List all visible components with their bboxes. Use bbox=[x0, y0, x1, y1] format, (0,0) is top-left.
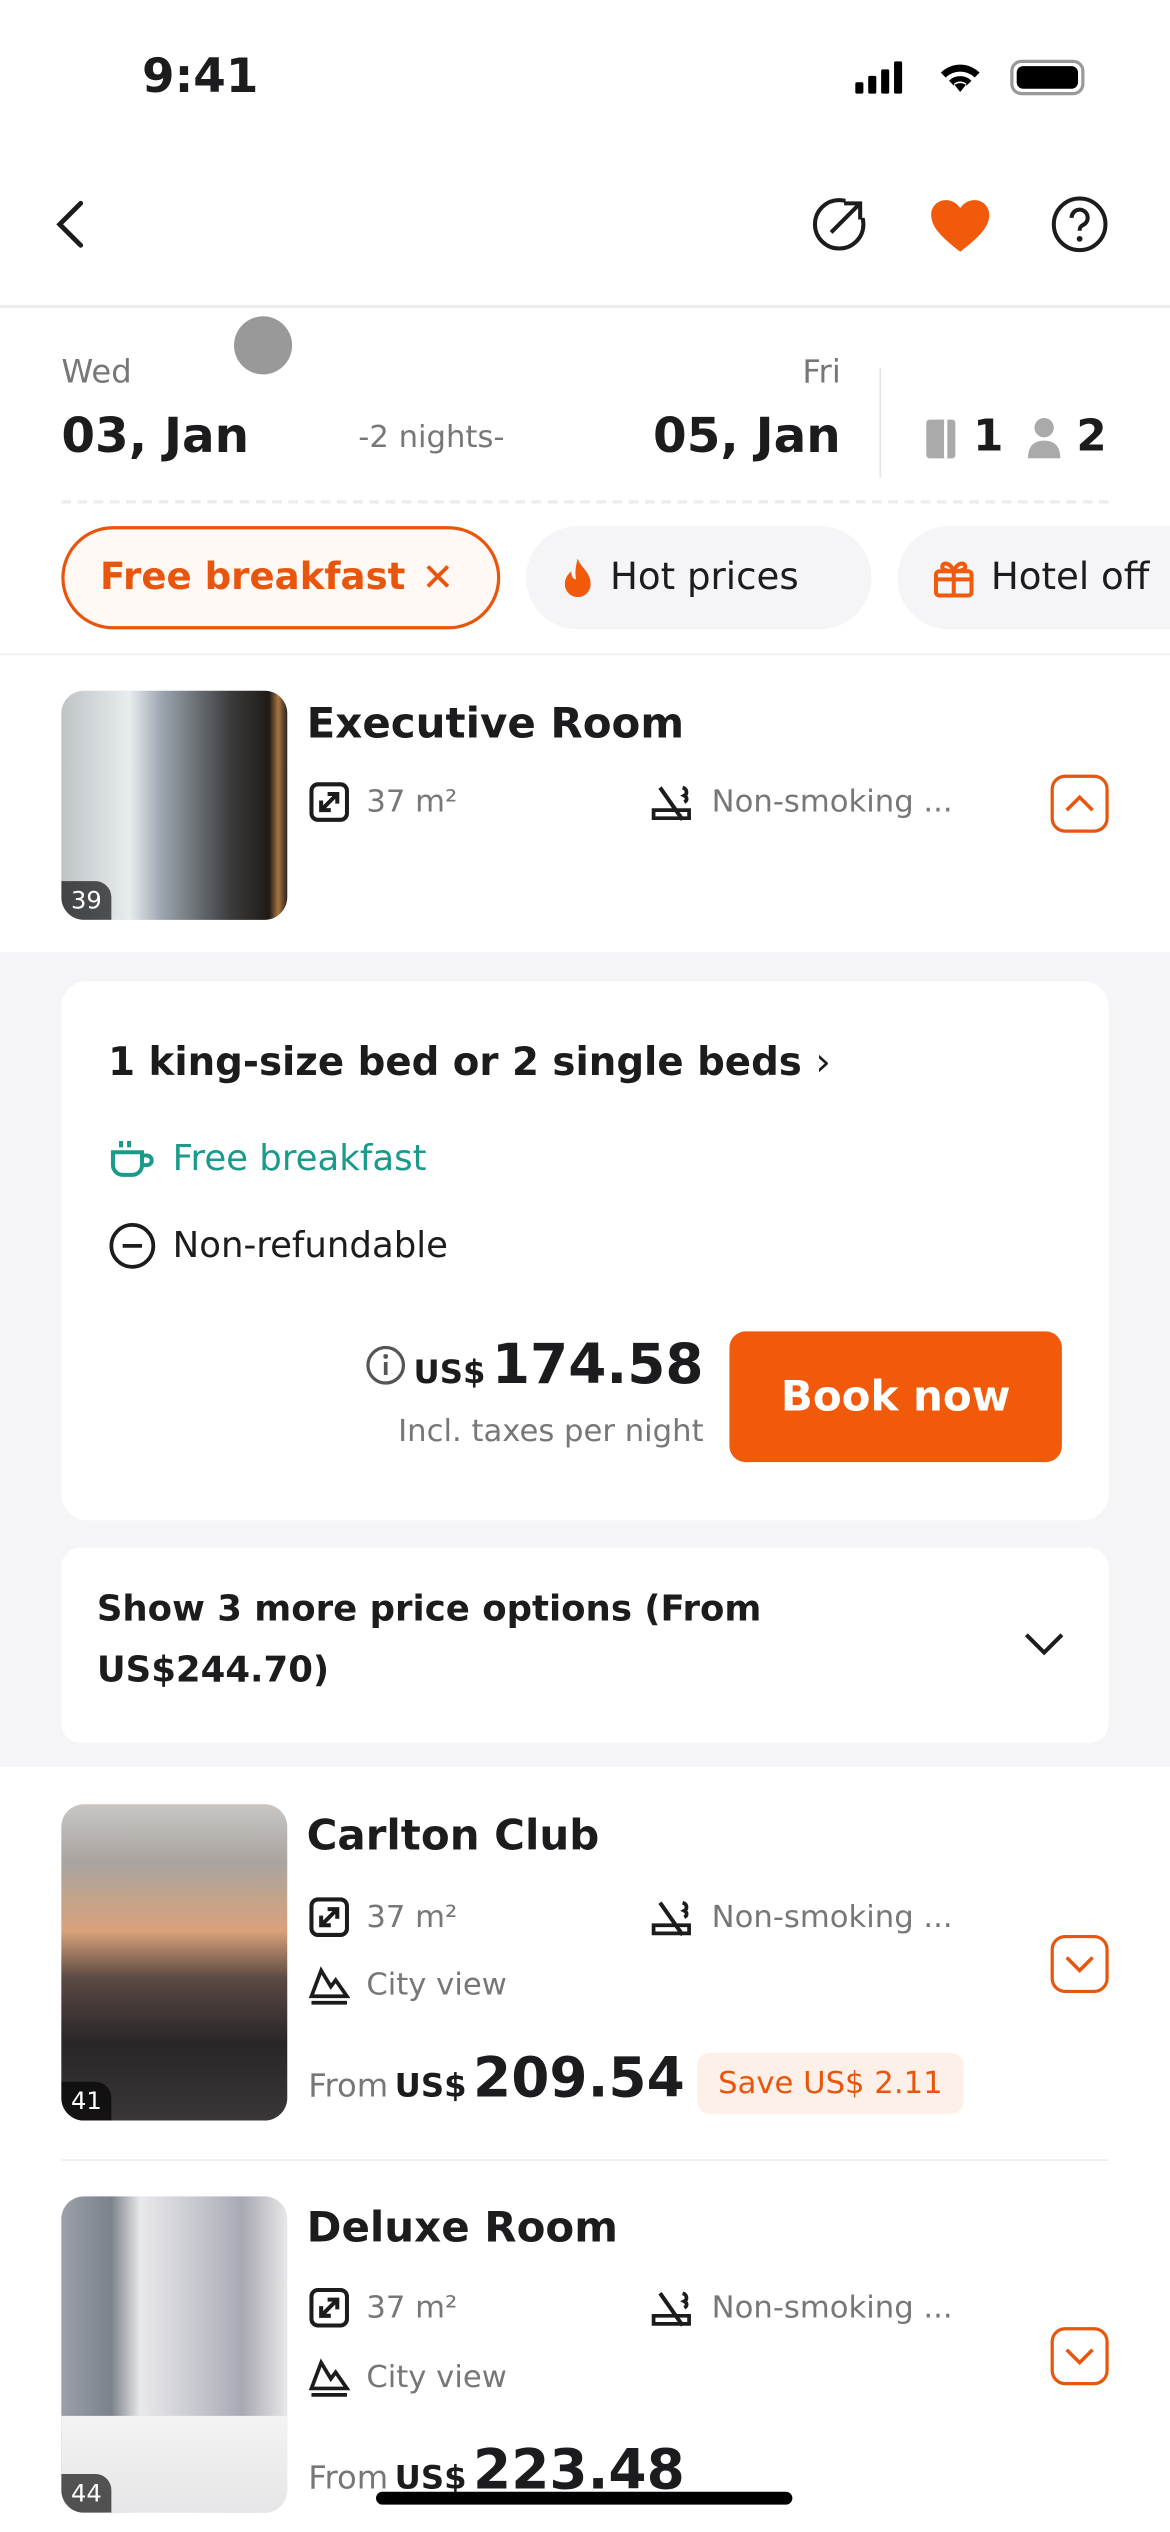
price-note: Incl. taxes per night bbox=[398, 1413, 704, 1450]
currency: US$ bbox=[394, 2065, 467, 2105]
expand-size-icon bbox=[308, 1896, 350, 1938]
favorite-heart-button[interactable] bbox=[930, 198, 991, 253]
home-indicator[interactable] bbox=[376, 2491, 793, 2505]
room-photo[interactable]: 44 bbox=[61, 2196, 288, 2513]
guests-count: 2 bbox=[1076, 411, 1107, 462]
room-name: Executive Room bbox=[306, 700, 685, 749]
photo-count: 39 bbox=[61, 881, 112, 920]
offer-price: US$ 174.58 bbox=[365, 1333, 704, 1398]
room-smoking: Non-smoking ... bbox=[650, 781, 953, 823]
status-time: 9:41 bbox=[142, 48, 259, 104]
checkout-date: 05, Jan bbox=[653, 408, 841, 465]
wifi-icon bbox=[936, 58, 984, 94]
breakfast-text: Free breakfast bbox=[172, 1138, 427, 1179]
more-price-options-button[interactable]: Show 3 more price options (From US$244.7… bbox=[61, 1547, 1109, 1743]
photo-count: 44 bbox=[61, 2473, 112, 2513]
room-name: Deluxe Room bbox=[306, 2204, 618, 2253]
room-name: Carlton Club bbox=[306, 1812, 600, 1861]
price-value: 209.54 bbox=[473, 2046, 685, 2111]
view-text: City view bbox=[366, 1967, 507, 2003]
filter-hot-prices[interactable]: Hot prices bbox=[526, 526, 872, 630]
room-smoking: Non-smoking ... bbox=[650, 2287, 953, 2329]
checkin-day: Wed bbox=[61, 351, 132, 391]
currency: US$ bbox=[413, 1352, 486, 1392]
collapse-chevron-up-button[interactable] bbox=[1050, 774, 1109, 833]
breakfast-feature: Free breakfast bbox=[108, 1138, 426, 1180]
more-options-line2: US$244.70) bbox=[96, 1650, 330, 1692]
size-text: 37 m² bbox=[366, 784, 458, 820]
battery-icon bbox=[1010, 59, 1085, 96]
from-label: From bbox=[308, 2065, 389, 2105]
photo-count: 41 bbox=[61, 2081, 112, 2121]
touch-indicator bbox=[234, 316, 293, 375]
filter-label: Free breakfast bbox=[100, 556, 406, 599]
no-smoking-icon bbox=[650, 781, 695, 823]
expand-chevron-down-button[interactable] bbox=[1050, 2327, 1109, 2386]
checkout-day: Fri bbox=[802, 351, 841, 391]
nights-count: -2 nights- bbox=[358, 419, 505, 456]
price-value: 174.58 bbox=[491, 1332, 704, 1398]
close-icon[interactable]: ✕ bbox=[422, 555, 454, 600]
room-door-icon bbox=[926, 419, 956, 459]
room-size: 37 m² bbox=[308, 2287, 457, 2329]
no-smoking-icon bbox=[650, 1896, 695, 1938]
share-button[interactable] bbox=[810, 195, 869, 253]
dashed-divider bbox=[61, 500, 1109, 504]
person-icon bbox=[1026, 416, 1062, 459]
refund-text: Non-refundable bbox=[172, 1225, 448, 1267]
room-photo[interactable]: 39 bbox=[61, 690, 288, 920]
no-smoking-icon bbox=[650, 2287, 695, 2329]
rooms-count: 1 bbox=[973, 411, 1004, 462]
room-photo[interactable]: 41 bbox=[61, 1804, 288, 2121]
help-button[interactable] bbox=[1051, 195, 1109, 253]
chevron-right-icon: › bbox=[815, 1039, 831, 1085]
size-text: 37 m² bbox=[366, 1899, 458, 1935]
refund-policy: Non-refundable bbox=[108, 1222, 448, 1270]
book-label: Book now bbox=[780, 1372, 1011, 1421]
coffee-cup-icon bbox=[108, 1138, 156, 1180]
expand-size-icon bbox=[308, 2287, 350, 2329]
room-view: City view bbox=[308, 2356, 507, 2398]
back-button[interactable] bbox=[48, 197, 93, 252]
savings-badge: Save US$ 2.11 bbox=[697, 2052, 964, 2115]
filter-hotel-offers[interactable]: Hotel off bbox=[897, 526, 1170, 630]
checkin-date: 03, Jan bbox=[61, 408, 250, 465]
size-text: 37 m² bbox=[366, 2289, 458, 2326]
filter-label: Hot prices bbox=[610, 556, 799, 599]
book-now-button[interactable]: Book now bbox=[729, 1331, 1062, 1463]
expand-chevron-down-button[interactable] bbox=[1050, 1934, 1109, 1994]
smoking-text: Non-smoking ... bbox=[711, 2289, 953, 2326]
bed-text: 1 king-size bed or 2 single beds bbox=[108, 1039, 802, 1085]
smoking-text: Non-smoking ... bbox=[711, 784, 953, 820]
filter-free-breakfast[interactable]: Free breakfast ✕ bbox=[61, 526, 501, 630]
room-size: 37 m² bbox=[308, 1896, 457, 1938]
room-smoking: Non-smoking ... bbox=[650, 1896, 953, 1938]
city-view-icon bbox=[308, 1964, 351, 2006]
more-options-line1: Show 3 more price options (From bbox=[96, 1589, 762, 1630]
city-view-icon bbox=[308, 2356, 351, 2398]
expand-size-icon bbox=[308, 781, 350, 823]
signal-icon bbox=[855, 61, 903, 94]
header-divider bbox=[0, 305, 1170, 309]
gift-icon bbox=[933, 557, 975, 599]
chevron-down-icon bbox=[1023, 1632, 1065, 1658]
room-size: 37 m² bbox=[308, 781, 457, 823]
filter-label: Hotel off bbox=[990, 556, 1150, 599]
bed-type-link[interactable]: 1 king-size bed or 2 single beds › bbox=[108, 1039, 831, 1084]
room-price: From US$ 209.54 bbox=[308, 2046, 685, 2111]
vertical-divider bbox=[879, 367, 882, 478]
room-view: City view bbox=[308, 1964, 507, 2006]
from-label: From bbox=[308, 2457, 389, 2497]
room-divider bbox=[61, 2159, 1109, 2161]
info-icon[interactable] bbox=[365, 1344, 407, 1386]
smoking-text: Non-smoking ... bbox=[711, 1899, 953, 1935]
fire-icon bbox=[562, 557, 594, 599]
filters-divider bbox=[0, 653, 1170, 656]
view-text: City view bbox=[366, 2359, 507, 2395]
minus-circle-icon bbox=[108, 1222, 156, 1270]
